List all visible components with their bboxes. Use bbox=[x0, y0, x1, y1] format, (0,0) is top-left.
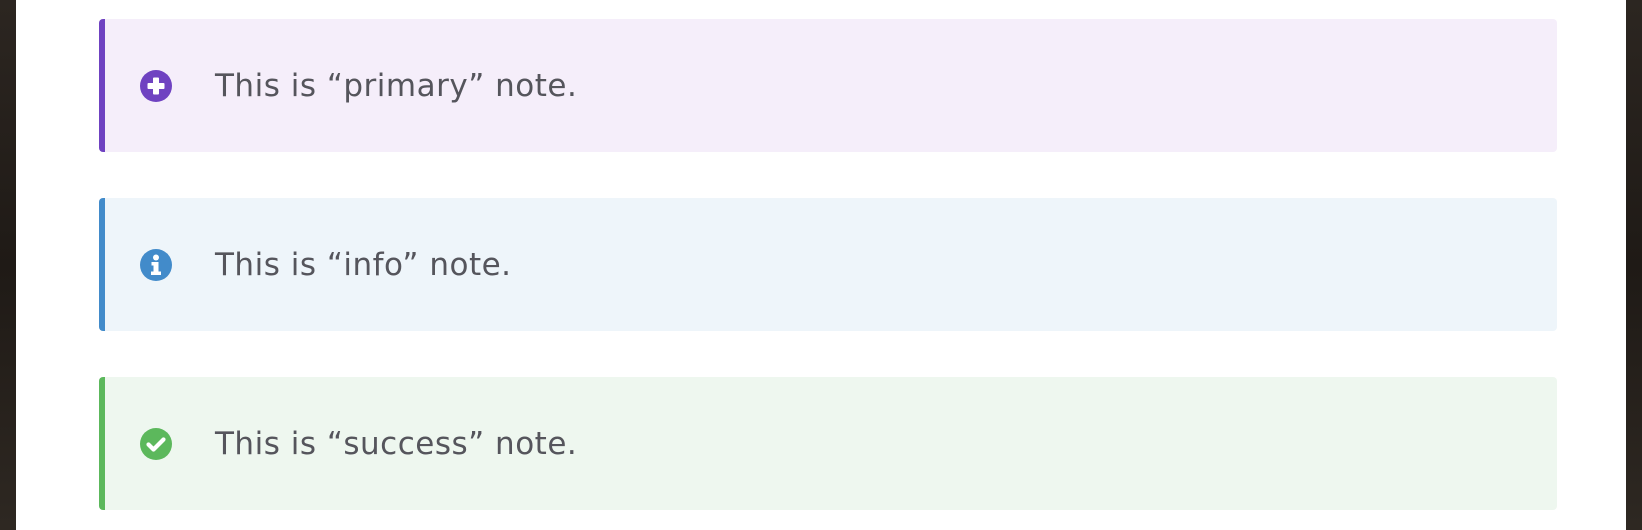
check-circle-icon-disc bbox=[140, 427, 172, 460]
info-circle-icon bbox=[140, 248, 172, 281]
plus-circle-icon-bar-v bbox=[153, 77, 159, 94]
page-content: This is “primary” note. This is “info” n… bbox=[16, 0, 1626, 530]
note-success-text: This is “success” note. bbox=[215, 425, 578, 462]
background-image-left-edge bbox=[0, 0, 16, 530]
check-circle-icon bbox=[140, 427, 172, 460]
note-primary-text: This is “primary” note. bbox=[215, 67, 578, 104]
note-primary: This is “primary” note. bbox=[99, 19, 1557, 152]
note-info-text: This is “info” note. bbox=[215, 246, 512, 283]
plus-circle-icon bbox=[140, 69, 172, 102]
note-info: This is “info” note. bbox=[99, 198, 1557, 331]
background-image-right-edge bbox=[1626, 0, 1642, 530]
note-success: This is “success” note. bbox=[99, 377, 1557, 510]
info-circle-icon-dot bbox=[153, 254, 159, 260]
